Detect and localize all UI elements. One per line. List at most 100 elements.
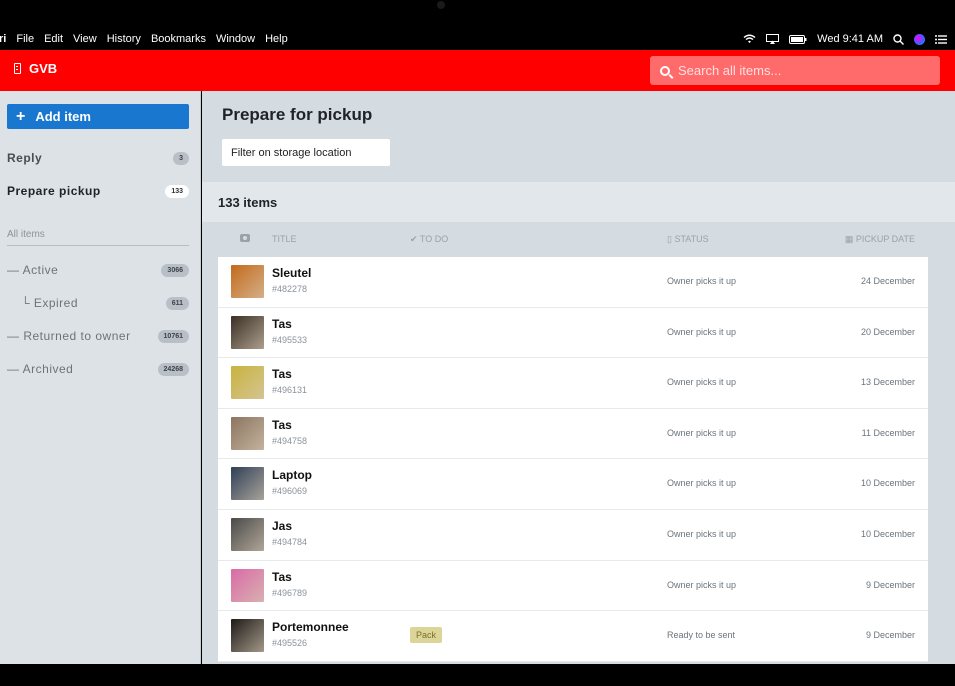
menu-bookmarks[interactable]: Bookmarks bbox=[151, 33, 206, 45]
wifi-icon[interactable] bbox=[743, 34, 756, 44]
brand[interactable]: GVB bbox=[14, 61, 57, 76]
menubar-status: Wed 9:41 AM bbox=[743, 28, 947, 50]
sidebar-item-label: — Returned to owner bbox=[7, 329, 131, 343]
pickup-date: 11 December bbox=[861, 427, 915, 438]
todo-badge[interactable]: Pack bbox=[410, 627, 443, 644]
item-photo bbox=[231, 366, 264, 400]
pickup-date: 10 December bbox=[860, 528, 915, 539]
pickup-date: 13 December bbox=[860, 377, 915, 388]
item-photo bbox=[231, 619, 264, 653]
table-row[interactable]: Tas #494758 Owner picks it up 11 December bbox=[218, 408, 928, 460]
count-badge: 133 bbox=[165, 184, 189, 198]
spotlight-icon[interactable] bbox=[893, 33, 904, 45]
pickup-date: 24 December bbox=[860, 276, 915, 286]
table-row[interactable]: Sleutel #482278 Owner picks it up 24 Decemb… bbox=[218, 257, 928, 308]
item-number: #495533 bbox=[272, 334, 308, 345]
battery-icon[interactable] bbox=[789, 34, 807, 44]
storage-icon bbox=[14, 63, 21, 74]
count-badge: 3 bbox=[173, 151, 189, 165]
menu-file[interactable]: File bbox=[16, 33, 34, 45]
item-title: Laptop bbox=[272, 468, 312, 483]
item-number: #482278 bbox=[272, 284, 308, 294]
page-title: Prepare for pickup bbox=[222, 105, 373, 124]
column-title[interactable]: TITLE bbox=[272, 234, 297, 244]
mac-menubar: ri File Edit View History Bookmarks Wind… bbox=[0, 28, 955, 50]
pickup-date: 10 December bbox=[860, 478, 915, 489]
items-count: 133 items bbox=[218, 195, 278, 210]
sidebar-item-returned-to-owner[interactable]: — Returned to owner 10761 bbox=[7, 326, 189, 346]
item-title: Tas bbox=[272, 569, 292, 584]
add-item-button[interactable]: + Add item bbox=[7, 104, 189, 129]
sidebar-item-label: Reply bbox=[7, 151, 43, 165]
column-status[interactable]: ▯ STATUS bbox=[667, 234, 709, 245]
items-table: Sleutel #482278 Owner picks it up 24 Decemb… bbox=[218, 257, 928, 662]
item-title: Tas bbox=[272, 417, 292, 432]
search-icon bbox=[660, 65, 670, 76]
item-status: Owner picks it up bbox=[667, 427, 737, 438]
table-row[interactable]: Laptop #496069 Owner picks it up 10 Decembe… bbox=[218, 459, 928, 510]
count-badge: 24268 bbox=[157, 362, 189, 376]
sidebar-item-label: └ Expired bbox=[21, 296, 79, 310]
pickup-date: 20 December bbox=[860, 326, 915, 337]
sidebar-item-prepare-pickup[interactable]: Prepare pickup 133 bbox=[7, 181, 189, 201]
items-count-bar: 133 items bbox=[202, 182, 955, 222]
count-badge: 3066 bbox=[161, 263, 189, 277]
menu-view[interactable]: View bbox=[73, 33, 97, 45]
sidebar-item-expired[interactable]: └ Expired 611 bbox=[7, 293, 189, 313]
item-title: Portemonnee bbox=[272, 620, 349, 635]
sidebar: + Add item Reply 3 Prepare pickup 133 Al… bbox=[0, 91, 201, 664]
sidebar-item-reply[interactable]: Reply 3 bbox=[7, 148, 189, 168]
item-photo bbox=[231, 315, 264, 349]
table-row[interactable]: Jas #494784 Owner picks it up 10 December bbox=[218, 509, 928, 561]
menu-help[interactable]: Help bbox=[265, 33, 288, 45]
airplay-icon[interactable] bbox=[766, 34, 780, 44]
count-badge: 10761 bbox=[157, 329, 189, 343]
app-header: GVB bbox=[0, 50, 955, 91]
column-todo[interactable]: ✔ TO DO bbox=[410, 234, 448, 245]
sidebar-item-archived[interactable]: — Archived 24268 bbox=[7, 359, 189, 379]
menu-app[interactable]: ri bbox=[0, 33, 6, 45]
siri-icon[interactable] bbox=[914, 33, 925, 45]
all-items-heading: All items bbox=[7, 229, 189, 246]
notification-center-icon[interactable] bbox=[935, 34, 947, 44]
sidebar-item-active[interactable]: — Active 3066 bbox=[7, 260, 189, 280]
sidebar-item-label: — Archived bbox=[7, 362, 74, 376]
search-input[interactable] bbox=[678, 63, 918, 78]
pickup-date: 9 December bbox=[865, 579, 915, 590]
item-status: Owner picks it up bbox=[667, 528, 737, 539]
item-title: Sleutel bbox=[272, 266, 312, 280]
column-pickup-date[interactable]: ▦ PICKUP DATE bbox=[845, 234, 915, 245]
item-status: Owner picks it up bbox=[667, 478, 737, 489]
item-number: #494784 bbox=[272, 536, 308, 547]
count-badge: 611 bbox=[165, 296, 189, 310]
menu-window[interactable]: Window bbox=[216, 33, 255, 45]
table-header: TITLE ✔ TO DO ▯ STATUS ▦ PICKUP DATE bbox=[218, 230, 928, 250]
item-number: #494758 bbox=[272, 435, 308, 446]
table-row[interactable]: Tas #495533 Owner picks it up 20 December bbox=[218, 307, 928, 359]
storage-location-filter[interactable]: Filter on storage location bbox=[222, 139, 390, 166]
sidebar-item-label: Prepare pickup bbox=[7, 184, 101, 198]
menu-history[interactable]: History bbox=[107, 33, 141, 45]
sidebar-item-label: — Active bbox=[7, 263, 59, 277]
brand-label: GVB bbox=[29, 61, 58, 76]
table-row[interactable]: Portemonnee #495526 Pack Ready to be sent 9 … bbox=[218, 611, 928, 662]
item-title: Tas bbox=[272, 367, 292, 382]
camera-icon bbox=[240, 234, 250, 242]
item-status: Owner picks it up bbox=[667, 326, 737, 337]
menubar-clock[interactable]: Wed 9:41 AM bbox=[817, 33, 883, 45]
item-number: #495526 bbox=[272, 638, 308, 649]
item-number: #496131 bbox=[272, 385, 308, 396]
screen-bezel bbox=[0, 664, 955, 686]
menu-items: ri File Edit View History Bookmarks Wind… bbox=[0, 33, 298, 45]
table-row[interactable]: Tas #496789 Owner picks it up 9 December bbox=[218, 560, 928, 612]
item-status: Owner picks it up bbox=[667, 579, 737, 590]
table-row[interactable]: Tas #496131 Owner picks it up 13 December bbox=[218, 358, 928, 409]
add-item-label: Add item bbox=[35, 109, 91, 124]
search-box[interactable] bbox=[650, 56, 940, 85]
item-status: Owner picks it up bbox=[667, 377, 737, 388]
item-photo bbox=[231, 416, 264, 450]
item-photo bbox=[231, 265, 264, 298]
item-number: #496789 bbox=[272, 587, 308, 598]
menu-edit[interactable]: Edit bbox=[44, 33, 63, 45]
main-content: Prepare for pickup Filter on storage loc… bbox=[202, 91, 955, 664]
